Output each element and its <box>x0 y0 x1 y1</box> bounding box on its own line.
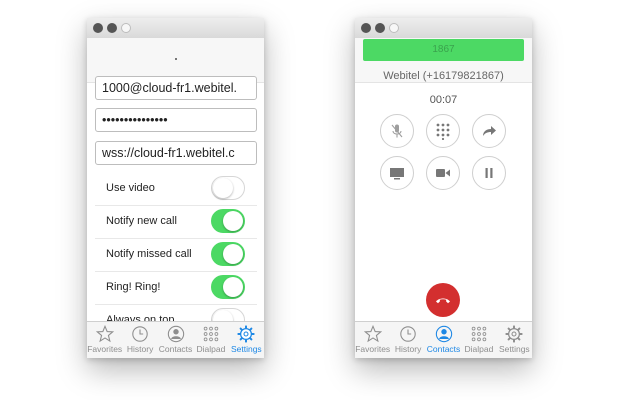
zoom-window-button[interactable] <box>389 23 399 33</box>
star-icon <box>95 325 114 343</box>
screen-icon <box>390 168 404 180</box>
tab-favorites[interactable]: Favorites <box>355 322 390 358</box>
zoom-window-button[interactable] <box>121 23 131 33</box>
video-button[interactable] <box>426 156 460 190</box>
person-icon <box>435 325 452 343</box>
keypad-button[interactable] <box>426 114 460 148</box>
tab-label: Contacts <box>426 344 461 354</box>
tab-label: Contacts <box>158 344 193 354</box>
settings-window: Use video Notify new call Notify missed … <box>87 18 264 358</box>
minimize-window-button[interactable] <box>107 23 117 33</box>
dialpad-icon <box>471 326 487 342</box>
close-window-button[interactable] <box>361 23 371 33</box>
setting-label: Notify new call <box>106 215 177 227</box>
minimize-window-button[interactable] <box>375 23 385 33</box>
tab-label: History <box>394 344 422 354</box>
person-icon <box>167 325 184 343</box>
tab-dialpad[interactable]: Dialpad <box>193 322 228 358</box>
call-window: 1867 Webitel (+16179821867) 00:07 Favori… <box>355 18 532 358</box>
ring-ring-toggle[interactable] <box>211 275 245 299</box>
setting-row-notify-missed-call: Notify missed call <box>95 239 257 272</box>
password-input[interactable] <box>95 108 257 132</box>
keypad-icon <box>436 123 450 140</box>
setting-label: Ring! Ring! <box>106 281 161 293</box>
gear-icon <box>237 325 255 343</box>
setting-row-notify-new-call: Notify new call <box>95 206 257 239</box>
tab-settings[interactable]: Settings <box>229 322 264 358</box>
tab-label: Dialpad <box>196 344 226 354</box>
tab-contacts[interactable]: Contacts <box>158 322 193 358</box>
setting-row-ring-ring: Ring! Ring! <box>95 272 257 305</box>
setting-row-use-video: Use video <box>95 173 257 206</box>
mic-muted-icon <box>391 124 403 138</box>
tab-settings[interactable]: Settings <box>497 322 532 358</box>
tab-label: Dialpad <box>464 344 494 354</box>
close-window-button[interactable] <box>93 23 103 33</box>
use-video-toggle[interactable] <box>211 176 245 200</box>
mute-button[interactable] <box>380 114 414 148</box>
tab-bar: Favorites History Contacts Dialpad Setti… <box>87 321 264 358</box>
active-number-bar: 1867 <box>363 39 524 61</box>
tab-label: Favorites <box>355 344 391 354</box>
title-bar <box>87 18 264 39</box>
gear-icon <box>505 325 523 343</box>
call-timer: 00:07 <box>429 94 458 106</box>
transfer-button[interactable] <box>472 114 506 148</box>
tab-favorites[interactable]: Favorites <box>87 322 122 358</box>
clock-icon <box>400 326 416 342</box>
notify-new-call-toggle[interactable] <box>211 209 245 233</box>
caller-id: Webitel (+16179821867) <box>383 70 504 82</box>
tab-label: Settings <box>498 344 530 354</box>
tab-label: History <box>126 344 154 354</box>
tab-history[interactable]: History <box>122 322 157 358</box>
screen-share-button[interactable] <box>380 156 414 190</box>
forward-arrow-icon <box>483 126 496 136</box>
dialpad-icon <box>203 326 219 342</box>
video-camera-icon <box>436 169 450 177</box>
tab-contacts[interactable]: Contacts <box>426 322 461 358</box>
notify-missed-call-toggle[interactable] <box>211 242 245 266</box>
tab-dialpad[interactable]: Dialpad <box>461 322 496 358</box>
setting-label: Use video <box>106 182 155 194</box>
tab-history[interactable]: History <box>390 322 425 358</box>
server-url-input[interactable] <box>95 141 257 165</box>
status-dot <box>175 58 177 60</box>
hang-up-button[interactable] <box>426 283 460 317</box>
sip-account-input[interactable] <box>95 76 257 100</box>
tab-label: Favorites <box>87 344 123 354</box>
star-icon <box>363 325 382 343</box>
clock-icon <box>132 326 148 342</box>
hang-up-icon <box>436 298 450 304</box>
hold-button[interactable] <box>472 156 506 190</box>
title-bar <box>355 18 532 39</box>
tab-bar: Favorites History Contacts Dialpad Setti… <box>355 321 532 358</box>
setting-label: Notify missed call <box>106 248 192 260</box>
tab-label: Settings <box>230 344 262 354</box>
pause-icon <box>485 168 493 178</box>
